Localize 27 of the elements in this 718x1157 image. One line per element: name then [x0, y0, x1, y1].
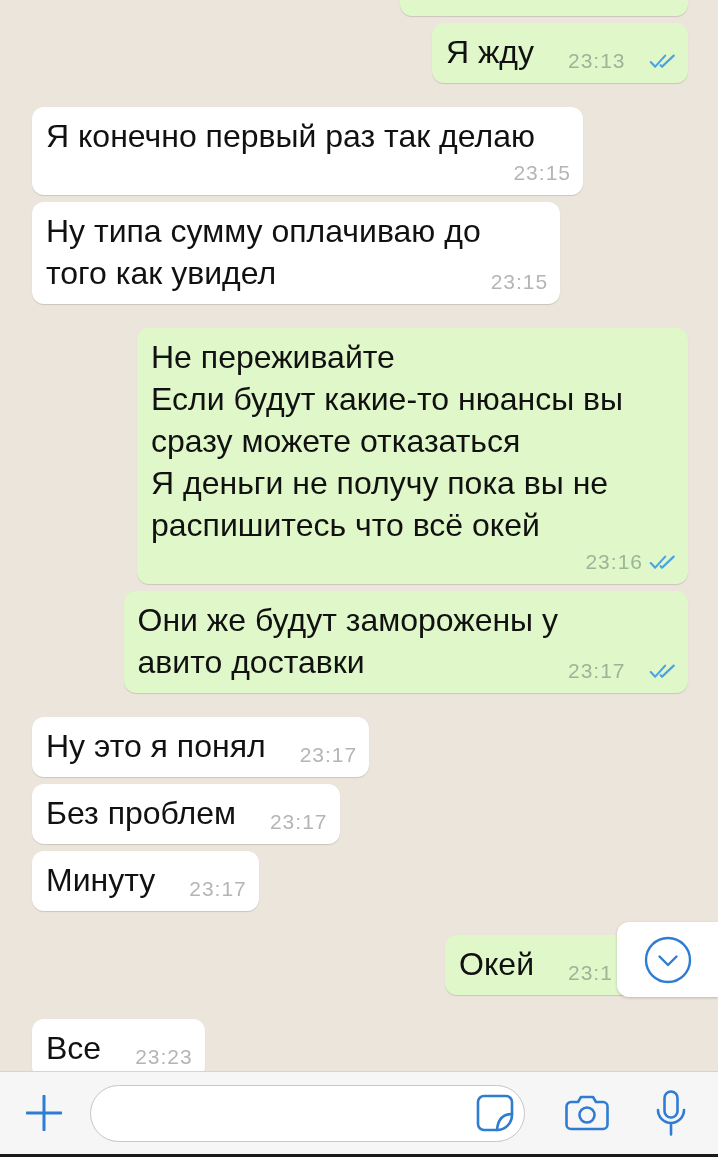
message-time: 23:17: [189, 877, 247, 901]
message-text: Я жду: [445, 33, 534, 72]
scroll-down-button[interactable]: [617, 922, 718, 997]
message-text: Без проблем: [46, 794, 236, 833]
message-text: Минуту: [46, 861, 156, 900]
message-time: 23:16: [585, 550, 643, 574]
message-time: 23:17: [299, 743, 358, 767]
message-text: Ну это я понял: [46, 727, 266, 766]
chevron-down-icon: [643, 935, 692, 984]
message-time: 23:17: [269, 810, 328, 834]
message-input-field[interactable]: [90, 1084, 525, 1142]
camera-icon[interactable]: [565, 1095, 609, 1131]
message-text: Окей: [459, 945, 534, 984]
message-text: Они же будут заморожены у авито доставки: [137, 601, 558, 682]
message-time: 23:13: [568, 49, 626, 73]
message-text: Ну типа сумму оплачиваю до того как увидел: [46, 212, 481, 293]
message-text: Я конечно первый раз так делаю: [46, 117, 535, 156]
message-time: 23:17: [568, 659, 626, 683]
message-time: 23:15: [490, 270, 549, 294]
message-text: Не переживайте Если будут какие-то нюансы вы сразу можете отказаться Я деньги не получу пока вы не распишитесь что всё окей: [151, 338, 624, 545]
message-time: 23:15: [513, 161, 571, 185]
plus-icon[interactable]: [26, 1095, 62, 1131]
microphone-icon[interactable]: [656, 1090, 686, 1136]
sticker-icon[interactable]: [476, 1094, 514, 1132]
message-time: 23:1: [568, 961, 613, 985]
message-text: Все: [46, 1029, 102, 1068]
message-time: 23:23: [135, 1045, 193, 1069]
